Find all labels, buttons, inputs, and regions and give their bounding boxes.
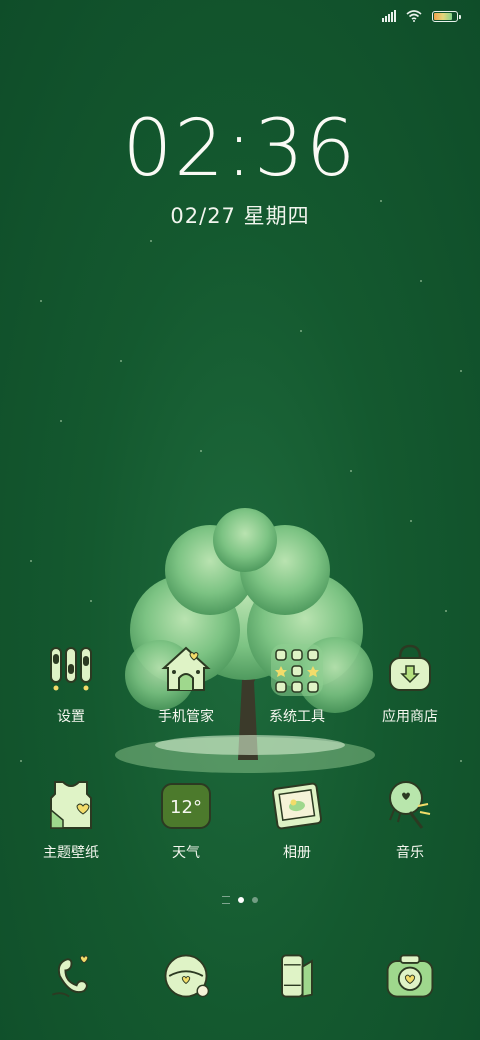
gallery-icon	[271, 782, 323, 830]
settings-icon	[50, 647, 92, 691]
app-label: 天气	[172, 845, 200, 861]
system-tools-folder-icon	[271, 644, 323, 696]
battery-level	[434, 12, 452, 20]
clock-time: 02:36	[122, 104, 358, 194]
app-label: 相册	[283, 845, 311, 861]
wifi-icon	[406, 10, 422, 22]
dock-camera[interactable]	[355, 948, 465, 1004]
app-music[interactable]: 音乐	[355, 776, 465, 862]
app-themes[interactable]: 主题壁纸	[16, 776, 126, 862]
page-dot-active[interactable]	[238, 897, 244, 903]
weather-temperature: 12°	[170, 797, 202, 818]
status-bar	[382, 10, 461, 22]
app-phone-manager[interactable]: 手机管家	[131, 640, 241, 726]
browser-icon	[281, 954, 313, 998]
app-app-store[interactable]: 应用商店	[355, 640, 465, 726]
app-settings[interactable]: 设置	[16, 640, 126, 726]
app-label: 系统工具	[269, 709, 325, 725]
dock-phone[interactable]	[16, 948, 126, 1004]
app-label: 手机管家	[158, 709, 214, 725]
app-label: 主题壁纸	[43, 845, 99, 861]
camera-icon	[386, 954, 434, 998]
themes-icon	[50, 781, 92, 829]
battery-icon	[432, 10, 461, 22]
app-label: 音乐	[396, 845, 424, 861]
dock-messages[interactable]	[131, 948, 241, 1004]
messages-icon	[164, 954, 210, 998]
dock-browser[interactable]	[242, 948, 352, 1004]
page-dot[interactable]	[252, 897, 258, 903]
app-gallery[interactable]: 相册	[242, 776, 352, 862]
app-drawer-icon[interactable]	[222, 896, 230, 904]
phone-manager-icon	[161, 646, 211, 691]
weather-icon: 12°	[161, 783, 211, 829]
phone-icon	[51, 955, 89, 998]
app-label: 设置	[57, 709, 85, 725]
signal-bars-icon	[382, 10, 396, 22]
app-system-tools-folder[interactable]: 系统工具	[242, 640, 352, 726]
page-indicator	[0, 896, 480, 904]
app-store-icon	[389, 644, 431, 691]
music-icon	[389, 781, 431, 829]
app-label: 应用商店	[382, 709, 438, 725]
clock-date: 02/27 星期四	[170, 204, 310, 228]
app-weather[interactable]: 12° 天气	[131, 776, 241, 862]
